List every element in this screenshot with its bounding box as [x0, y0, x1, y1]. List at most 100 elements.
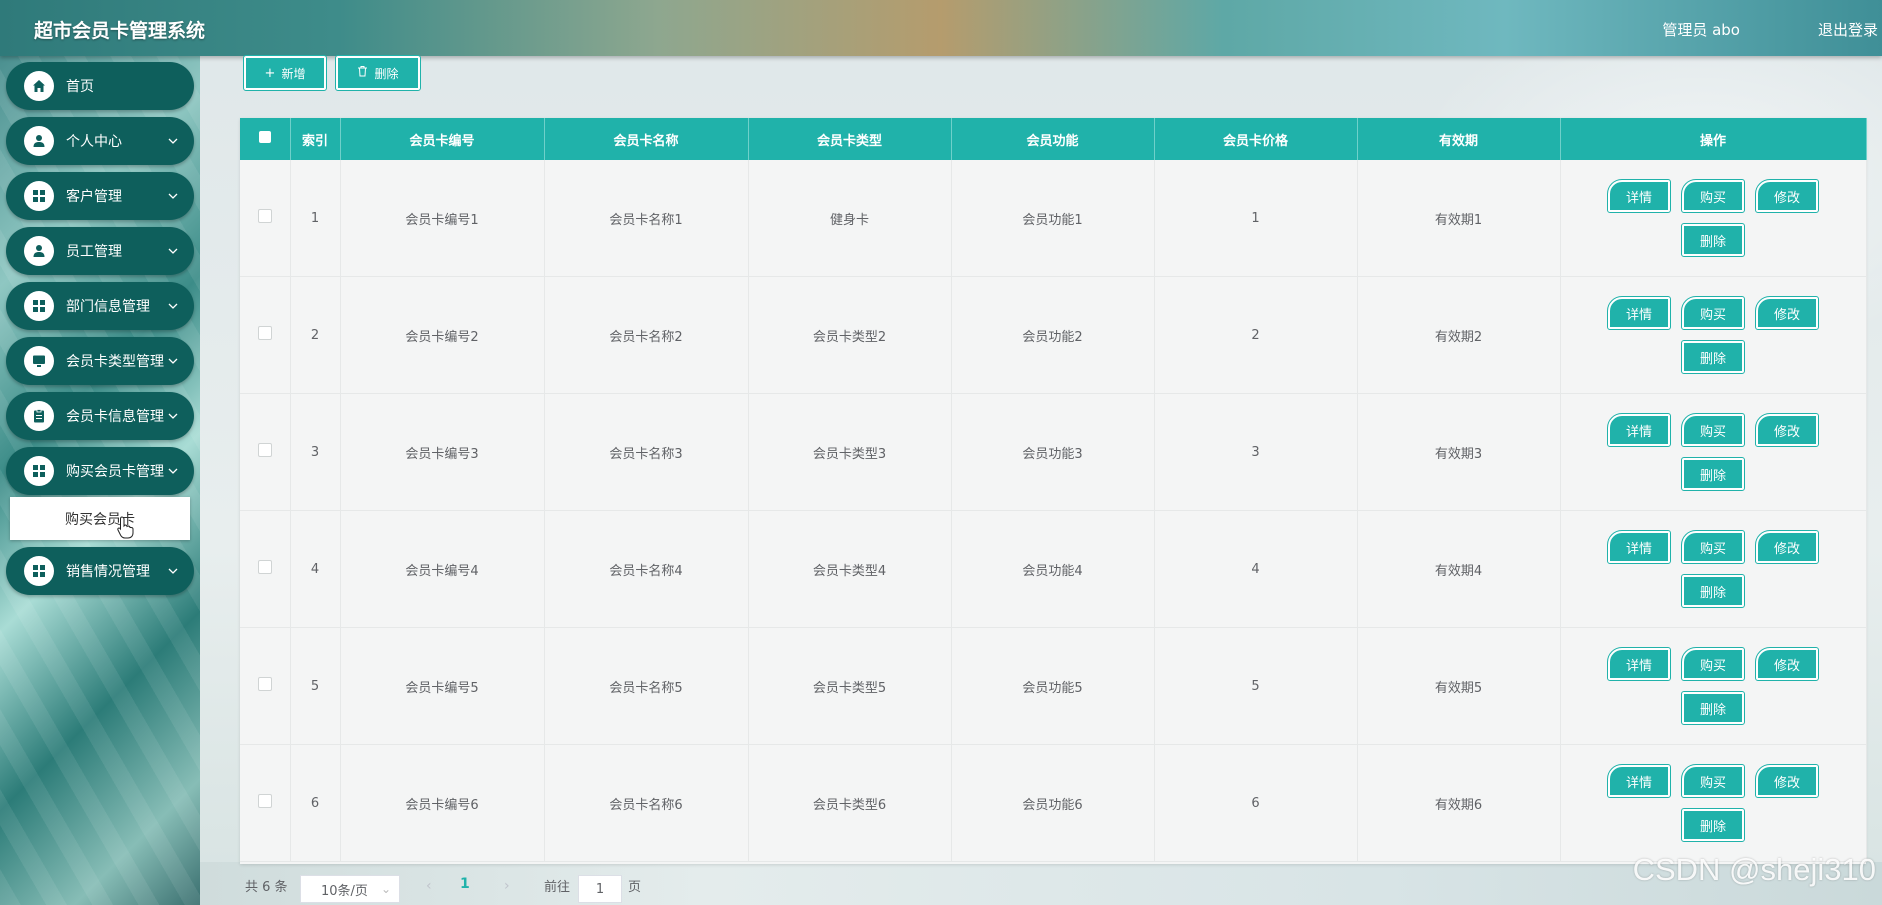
buy-button[interactable]: 购买 — [1681, 413, 1745, 447]
cell-type: 会员卡类型2 — [748, 276, 952, 394]
edit-button[interactable]: 修改 — [1755, 296, 1819, 330]
column-header-actions: 操作 — [1560, 118, 1867, 160]
home-icon — [24, 71, 54, 101]
sidebar-item-home[interactable]: 首页 — [6, 62, 194, 110]
delete-button[interactable]: 删除 — [1681, 457, 1745, 491]
delete-button[interactable]: 删除 — [1681, 574, 1745, 608]
cell-price: 3 — [1154, 393, 1358, 511]
submenu-item-purchase-card[interactable]: 购买会员卡 — [10, 497, 190, 540]
cell-code: 会员卡编号4 — [340, 510, 545, 628]
add-button[interactable]: + 新增 — [243, 55, 327, 91]
row-checkbox[interactable] — [257, 560, 272, 574]
sidebar-item-label: 会员卡类型管理 — [66, 354, 164, 370]
cell-feature: 会员功能4 — [951, 510, 1155, 628]
cell-name: 会员卡名称4 — [544, 510, 749, 628]
cell-name: 会员卡名称3 — [544, 393, 749, 511]
page-number-current[interactable]: 1 — [460, 876, 470, 892]
sidebar-item-card-info[interactable]: 会员卡信息管理 — [6, 392, 194, 440]
sidebar-item-personal-center[interactable]: 个人中心 — [6, 117, 194, 165]
bottom-background — [200, 862, 1882, 905]
table-row: 6 会员卡编号6 会员卡名称6 会员卡类型6 会员功能6 6 有效期6 详情 购… — [240, 744, 1867, 862]
delete-button[interactable]: 删除 — [1681, 691, 1745, 725]
prev-page-icon[interactable]: ‹ — [426, 878, 432, 894]
table-header-row: 索引 会员卡编号 会员卡名称 会员卡类型 会员功能 会员卡价格 有效期 操作 — [240, 118, 1867, 160]
delete-button[interactable]: 删除 — [1681, 808, 1745, 842]
column-header-type: 会员卡类型 — [748, 118, 952, 160]
edit-button[interactable]: 修改 — [1755, 647, 1819, 681]
sidebar-item-staff[interactable]: 员工管理 — [6, 227, 194, 275]
next-page-icon[interactable]: › — [504, 878, 510, 894]
person-icon — [24, 126, 54, 156]
delete-button[interactable]: 删除 — [1681, 340, 1745, 374]
page-size-select[interactable]: 10条/页 ⌄ — [300, 875, 400, 903]
detail-button[interactable]: 详情 — [1607, 764, 1671, 798]
sidebar-item-label: 部门信息管理 — [66, 299, 150, 315]
cell-feature: 会员功能3 — [951, 393, 1155, 511]
app-title: 超市会员卡管理系统 — [34, 20, 206, 42]
goto-page-input[interactable] — [578, 875, 622, 903]
cell-code: 会员卡编号3 — [340, 393, 545, 511]
buy-button[interactable]: 购买 — [1681, 179, 1745, 213]
cell-feature: 会员功能5 — [951, 627, 1155, 745]
edit-button[interactable]: 修改 — [1755, 530, 1819, 564]
column-header-name: 会员卡名称 — [544, 118, 749, 160]
cell-actions: 详情 购买 修改 删除 — [1560, 510, 1867, 628]
table-row: 1 会员卡编号1 会员卡名称1 健身卡 会员功能1 1 有效期1 详情 购买 修… — [240, 160, 1867, 277]
cell-price: 1 — [1154, 160, 1358, 277]
detail-button[interactable]: 详情 — [1607, 530, 1671, 564]
cell-type: 健身卡 — [748, 160, 952, 277]
sidebar-item-customer[interactable]: 客户管理 — [6, 172, 194, 220]
cell-code: 会员卡编号1 — [340, 160, 545, 277]
cell-actions: 详情 购买 修改 删除 — [1560, 160, 1867, 277]
table-row: 3 会员卡编号3 会员卡名称3 会员卡类型3 会员功能3 3 有效期3 详情 购… — [240, 393, 1867, 511]
row-checkbox[interactable] — [257, 326, 272, 340]
detail-button[interactable]: 详情 — [1607, 413, 1671, 447]
edit-button[interactable]: 修改 — [1755, 179, 1819, 213]
cell-type: 会员卡类型6 — [748, 744, 952, 862]
sidebar-item-department[interactable]: 部门信息管理 — [6, 282, 194, 330]
logout-link[interactable]: 退出登录 — [1818, 19, 1878, 40]
edit-button[interactable]: 修改 — [1755, 413, 1819, 447]
sidebar-item-purchase-card[interactable]: 购买会员卡管理 — [6, 447, 194, 495]
batch-delete-button-label: 删除 — [374, 66, 399, 81]
row-checkbox[interactable] — [257, 443, 272, 457]
cell-validity: 有效期4 — [1357, 510, 1561, 628]
clipboard-icon — [24, 401, 54, 431]
sidebar-item-label: 客户管理 — [66, 189, 122, 205]
row-checkbox[interactable] — [257, 794, 272, 808]
cell-validity: 有效期3 — [1357, 393, 1561, 511]
hand-cursor-icon — [117, 516, 134, 539]
table-row: 5 会员卡编号5 会员卡名称5 会员卡类型5 会员功能5 5 有效期5 详情 购… — [240, 627, 1867, 745]
detail-button[interactable]: 详情 — [1607, 296, 1671, 330]
row-checkbox[interactable] — [257, 677, 272, 691]
goto-prefix: 前往 — [544, 880, 571, 895]
select-all-checkbox[interactable] — [258, 131, 271, 143]
cell-index: 3 — [290, 393, 341, 511]
chevron-down-icon — [166, 564, 180, 578]
detail-button[interactable]: 详情 — [1607, 179, 1671, 213]
grid-icon — [24, 456, 54, 486]
edit-button[interactable]: 修改 — [1755, 764, 1819, 798]
column-header-code: 会员卡编号 — [340, 118, 545, 160]
chevron-down-icon — [166, 134, 180, 148]
chevron-down-icon — [166, 354, 180, 368]
delete-button[interactable]: 删除 — [1681, 223, 1745, 257]
buy-button[interactable]: 购买 — [1681, 296, 1745, 330]
cell-validity: 有效期6 — [1357, 744, 1561, 862]
batch-delete-button[interactable]: 删除 — [335, 55, 421, 91]
sidebar-item-label: 购买会员卡管理 — [66, 464, 164, 480]
sidebar-item-card-type[interactable]: 会员卡类型管理 — [6, 337, 194, 385]
buy-button[interactable]: 购买 — [1681, 764, 1745, 798]
sidebar-item-sales[interactable]: 销售情况管理 — [6, 547, 194, 595]
trash-icon — [357, 65, 368, 81]
row-checkbox[interactable] — [257, 209, 272, 223]
buy-button[interactable]: 购买 — [1681, 647, 1745, 681]
cell-name: 会员卡名称2 — [544, 276, 749, 394]
watermark: CSDN @sheji310 — [1632, 852, 1876, 887]
chevron-down-icon — [166, 409, 180, 423]
detail-button[interactable]: 详情 — [1607, 647, 1671, 681]
chevron-down-icon: ⌄ — [380, 882, 391, 896]
sidebar-item-label: 首页 — [66, 79, 94, 95]
select-all-cell[interactable] — [240, 118, 291, 160]
buy-button[interactable]: 购买 — [1681, 530, 1745, 564]
